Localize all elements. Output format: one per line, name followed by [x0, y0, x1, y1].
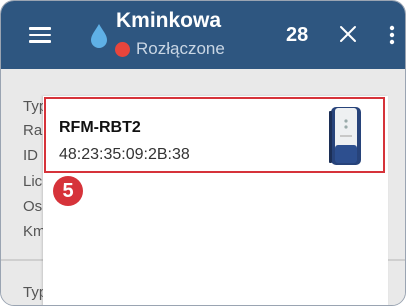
bg-label: ID: [23, 147, 38, 164]
bg-label: Os: [23, 198, 43, 215]
more-vert-icon[interactable]: [389, 25, 395, 45]
device-list-item[interactable]: RFM-RBT2 48:23:35:09:2B:38: [44, 97, 385, 173]
page-title: Kminkowa: [116, 9, 222, 32]
water-drop-icon: [91, 24, 107, 48]
bluetooth-device-image: [329, 107, 361, 165]
status-text: Rozłączone: [136, 39, 225, 58]
count-badge: 28: [286, 24, 309, 46]
bg-label: Ra: [23, 122, 43, 139]
app-bar: Kminkowa Rozłączone 28: [1, 1, 405, 69]
device-list-dialog: RFM-RBT2 48:23:35:09:2B:38 5: [43, 96, 388, 305]
step-number-badge: 5: [53, 176, 83, 206]
close-icon[interactable]: [339, 25, 357, 43]
app-window: Kminkowa Rozłączone 28 Typ Ra ID Lic Os …: [0, 0, 406, 306]
menu-icon[interactable]: [29, 27, 51, 43]
connection-status: Rozłączone: [115, 39, 225, 59]
status-dot-icon: [115, 41, 130, 57]
device-mac-address: 48:23:35:09:2B:38: [59, 146, 190, 163]
device-name: RFM-RBT2: [59, 119, 141, 136]
bg-label: Lic: [23, 173, 43, 190]
